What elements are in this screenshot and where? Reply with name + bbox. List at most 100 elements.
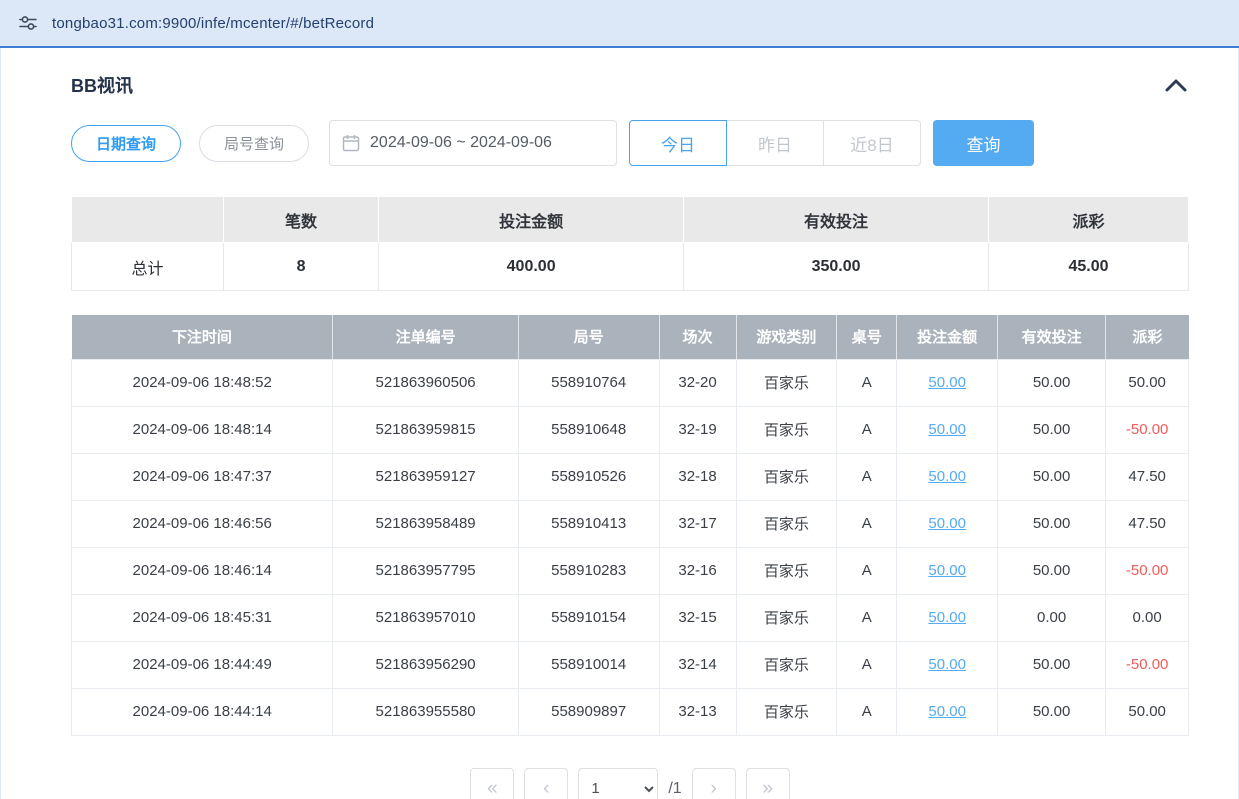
header-game-type: 游戏类别: [736, 315, 837, 359]
cell-bet-amount: 50.00: [897, 500, 998, 547]
date-range-picker[interactable]: 2024-09-06 ~ 2024-09-06: [329, 120, 617, 166]
cell-session: 32-20: [659, 359, 736, 406]
cell-table-no: A: [837, 641, 897, 688]
cell-valid-bet: 50.00: [997, 688, 1105, 735]
cell-valid-bet: 50.00: [997, 359, 1105, 406]
cell-payout: 50.00: [1106, 688, 1189, 735]
bet-amount-link[interactable]: 50.00: [928, 468, 966, 485]
cell-table-no: A: [837, 547, 897, 594]
cell-bet-time: 2024-09-06 18:46:14: [72, 547, 333, 594]
bet-amount-link[interactable]: 50.00: [928, 703, 966, 720]
today-button[interactable]: 今日: [629, 120, 727, 166]
cell-bet-amount: 50.00: [897, 406, 998, 453]
table-row: 2024-09-06 18:45:31 521863957010 5589101…: [72, 594, 1189, 641]
bet-amount-link[interactable]: 50.00: [928, 374, 966, 391]
date-query-tab[interactable]: 日期查询: [71, 125, 181, 162]
calendar-icon: [342, 134, 360, 152]
cell-bet-time: 2024-09-06 18:48:14: [72, 406, 333, 453]
page-total: /1: [668, 780, 681, 798]
bet-amount-link[interactable]: 50.00: [928, 656, 966, 673]
cell-bet-time: 2024-09-06 18:44:14: [72, 688, 333, 735]
yesterday-button[interactable]: 昨日: [726, 120, 824, 166]
cell-bet-id: 521863959127: [333, 453, 518, 500]
table-row: 2024-09-06 18:46:56 521863958489 5589104…: [72, 500, 1189, 547]
table-row: 2024-09-06 18:48:14 521863959815 5589106…: [72, 406, 1189, 453]
summary-total-label: 总计: [72, 243, 224, 291]
cell-bet-id: 521863955580: [333, 688, 518, 735]
cell-round-no: 558910154: [518, 594, 659, 641]
bet-amount-link[interactable]: 50.00: [928, 421, 966, 438]
bet-amount-link[interactable]: 50.00: [928, 609, 966, 626]
summary-table: 笔数 投注金额 有效投注 派彩 总计 8 400.00 350.00 45.00: [71, 196, 1189, 291]
header-bet-id: 注单编号: [333, 315, 518, 359]
cell-game-type: 百家乐: [736, 406, 837, 453]
header-bet-time: 下注时间: [72, 315, 333, 359]
next-page-button[interactable]: ›: [692, 768, 736, 799]
cell-payout: -50.00: [1106, 406, 1189, 453]
cell-table-no: A: [837, 688, 897, 735]
records-table: 下注时间 注单编号 局号 场次 游戏类别 桌号 投注金额 有效投注 派彩 202…: [71, 315, 1189, 736]
cell-table-no: A: [837, 500, 897, 547]
cell-game-type: 百家乐: [736, 547, 837, 594]
last-8-days-button[interactable]: 近8日: [823, 120, 921, 166]
url-text[interactable]: tongbao31.com:9900/infe/mcenter/#/betRec…: [52, 15, 374, 32]
cell-game-type: 百家乐: [736, 359, 837, 406]
cell-session: 32-13: [659, 688, 736, 735]
last-page-button[interactable]: »: [746, 768, 790, 799]
cell-session: 32-17: [659, 500, 736, 547]
right-chevron-icon: ›: [711, 779, 717, 798]
header-payout: 派彩: [1106, 315, 1189, 359]
records-tbody: 2024-09-06 18:48:52 521863960506 5589107…: [72, 359, 1189, 735]
cell-bet-id: 521863958489: [333, 500, 518, 547]
cell-game-type: 百家乐: [736, 453, 837, 500]
cell-payout: 47.50: [1106, 500, 1189, 547]
cell-round-no: 558910764: [518, 359, 659, 406]
summary-valid-bet-value: 350.00: [684, 243, 989, 291]
header-session: 场次: [659, 315, 736, 359]
bet-record-panel: BB视讯 日期查询 局号查询 2024-09-06 ~ 2024-09-06 今…: [0, 48, 1239, 799]
cell-game-type: 百家乐: [736, 500, 837, 547]
cell-bet-amount: 50.00: [897, 359, 998, 406]
table-row: 2024-09-06 18:44:14 521863955580 5589098…: [72, 688, 1189, 735]
summary-header-blank: [72, 197, 224, 243]
cell-valid-bet: 0.00: [997, 594, 1105, 641]
cell-table-no: A: [837, 453, 897, 500]
cell-bet-amount: 50.00: [897, 641, 998, 688]
bet-amount-link[interactable]: 50.00: [928, 562, 966, 579]
cell-bet-amount: 50.00: [897, 594, 998, 641]
summary-header-count: 笔数: [223, 197, 378, 243]
header-valid-bet: 有效投注: [997, 315, 1105, 359]
pagination: « ‹ 1 /1 › »: [71, 768, 1189, 799]
cell-payout: 0.00: [1106, 594, 1189, 641]
cell-payout: -50.00: [1106, 641, 1189, 688]
collapse-button[interactable]: [1163, 74, 1189, 96]
cell-game-type: 百家乐: [736, 688, 837, 735]
cell-bet-time: 2024-09-06 18:46:56: [72, 500, 333, 547]
cell-game-type: 百家乐: [736, 594, 837, 641]
round-query-tab[interactable]: 局号查询: [199, 125, 309, 162]
header-round-no: 局号: [518, 315, 659, 359]
prev-page-button[interactable]: ‹: [524, 768, 568, 799]
page-select[interactable]: 1: [578, 768, 658, 799]
cell-session: 32-16: [659, 547, 736, 594]
cell-payout: -50.00: [1106, 547, 1189, 594]
bet-amount-link[interactable]: 50.00: [928, 515, 966, 532]
page-title: BB视讯: [71, 72, 133, 98]
cell-bet-time: 2024-09-06 18:48:52: [72, 359, 333, 406]
cell-round-no: 558910526: [518, 453, 659, 500]
cell-payout: 50.00: [1106, 359, 1189, 406]
first-page-button[interactable]: «: [470, 768, 514, 799]
cell-session: 32-15: [659, 594, 736, 641]
double-right-chevron-icon: »: [762, 779, 773, 798]
site-settings-icon[interactable]: [18, 13, 38, 33]
filter-bar: 日期查询 局号查询 2024-09-06 ~ 2024-09-06 今日 昨日 …: [71, 120, 1189, 166]
cell-round-no: 558910014: [518, 641, 659, 688]
cell-round-no: 558910283: [518, 547, 659, 594]
cell-payout: 47.50: [1106, 453, 1189, 500]
chevron-up-icon: [1165, 78, 1187, 92]
search-button[interactable]: 查询: [933, 120, 1034, 166]
cell-valid-bet: 50.00: [997, 406, 1105, 453]
cell-bet-amount: 50.00: [897, 547, 998, 594]
cell-session: 32-14: [659, 641, 736, 688]
table-row: 2024-09-06 18:47:37 521863959127 5589105…: [72, 453, 1189, 500]
